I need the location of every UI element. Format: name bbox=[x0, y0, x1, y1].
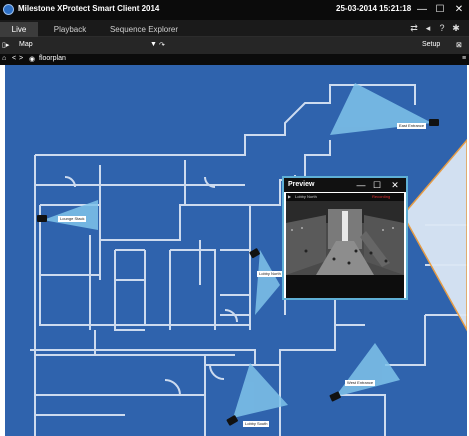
preview-video-feed[interactable] bbox=[286, 201, 404, 275]
gear-icon[interactable]: ✱ bbox=[450, 23, 462, 34]
camera-fov-highlight bbox=[402, 138, 467, 332]
camera-preview-window[interactable]: Preview — ☐ ✕ ▶ Lobby North Recording bbox=[282, 176, 408, 300]
date-time: 25-03-2014 15:21:18 bbox=[336, 4, 412, 13]
preview-minimize-button[interactable]: — bbox=[354, 178, 368, 192]
preview-title: Preview bbox=[288, 181, 315, 188]
export-icon[interactable]: ⇄ bbox=[408, 23, 420, 34]
view-dropdown-chevron-icon[interactable]: ▼ bbox=[150, 41, 157, 48]
camera-fov-lobby-north bbox=[255, 250, 280, 315]
title-bar: Milestone XProtect Smart Client 2014 25-… bbox=[0, 0, 469, 20]
tab-sequence-explorer[interactable]: Sequence Explorer bbox=[102, 22, 186, 37]
view-toolbar: ▯▸ Map ▼ ↷ Setup ⊠ bbox=[0, 37, 469, 54]
preview-maximize-button[interactable]: ☐ bbox=[370, 178, 384, 192]
arrow-left-icon[interactable]: ◂ bbox=[422, 23, 434, 34]
map-name: floorplan bbox=[39, 55, 66, 62]
map-breadcrumb: ⌂ < > ◉ floorplan ≡ bbox=[0, 54, 469, 65]
camera-icon-east-entrance[interactable] bbox=[429, 119, 439, 126]
camera-icon-lounge[interactable] bbox=[37, 215, 47, 222]
help-icon[interactable]: ? bbox=[436, 23, 448, 34]
tab-bar: Live Playback Sequence Explorer ⇄ ◂ ? ✱ bbox=[0, 20, 469, 37]
preview-recording-status: Recording bbox=[372, 194, 391, 199]
view-name[interactable]: Map bbox=[19, 41, 33, 48]
preview-camera-name: Lobby North bbox=[295, 194, 317, 199]
milestone-logo-icon bbox=[3, 4, 14, 15]
menu-icon[interactable]: ≡ bbox=[462, 55, 466, 62]
camera-label-lobby-south[interactable]: Lobby South bbox=[243, 421, 270, 427]
maximize-button[interactable]: ☐ bbox=[432, 2, 448, 17]
camera-label-lobby-north[interactable]: Lobby North bbox=[257, 271, 283, 277]
camera-label-lounge[interactable]: Lounge Stack bbox=[58, 216, 87, 222]
camera-label-east-entrance[interactable]: East Entrance bbox=[397, 123, 427, 129]
camera-icon: ▶ bbox=[288, 194, 292, 199]
forward-button[interactable]: > bbox=[19, 55, 23, 62]
preview-close-button[interactable]: ✕ bbox=[388, 178, 402, 192]
pane-toggle-icon[interactable]: ▯▸ bbox=[2, 41, 9, 49]
map-globe-icon: ◉ bbox=[29, 56, 36, 63]
preview-titlebar[interactable]: Preview — ☐ ✕ bbox=[284, 178, 406, 192]
preview-footer bbox=[286, 275, 404, 298]
camera-fov-west-entrance bbox=[335, 343, 400, 397]
setup-button[interactable]: Setup bbox=[422, 41, 440, 48]
camera-label-west-entrance[interactable]: West Entrance bbox=[345, 380, 376, 386]
preview-camera-bar: ▶ Lobby North Recording bbox=[286, 193, 404, 201]
close-button[interactable]: ✕ bbox=[451, 2, 467, 17]
home-icon[interactable]: ⌂ bbox=[2, 55, 6, 62]
refresh-icon[interactable]: ↷ bbox=[159, 41, 165, 49]
back-button[interactable]: < bbox=[12, 55, 16, 62]
fullscreen-icon[interactable]: ⊠ bbox=[456, 41, 462, 49]
minimize-button[interactable]: — bbox=[414, 2, 430, 17]
app-title: Milestone XProtect Smart Client 2014 bbox=[18, 4, 160, 13]
tab-live[interactable]: Live bbox=[0, 22, 38, 37]
tab-playback[interactable]: Playback bbox=[40, 22, 100, 37]
lobby-video-image bbox=[286, 201, 404, 275]
